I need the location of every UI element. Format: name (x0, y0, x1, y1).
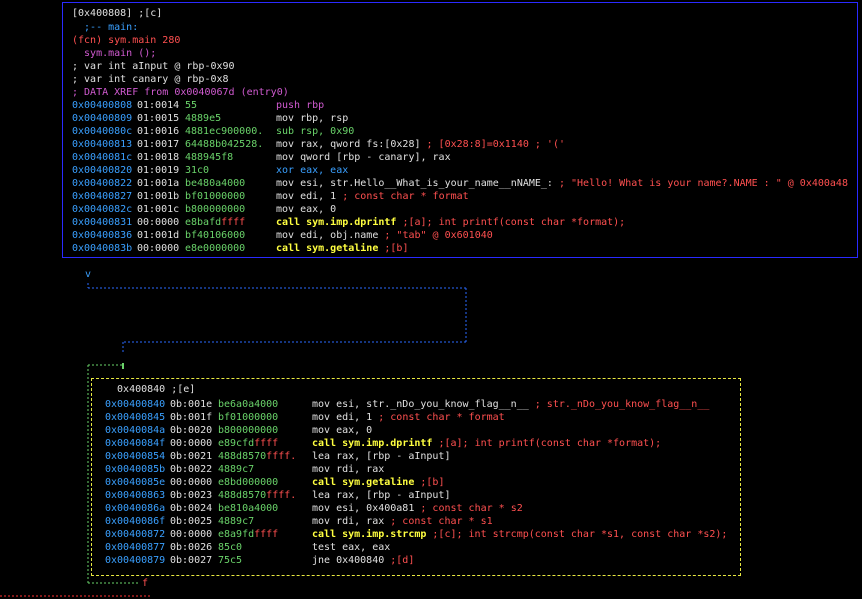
instr-mnemonic: lea rax, [rbp - aInput] (312, 490, 451, 501)
instr-mnemonic: mov esi, str._nDo_you_know_flag__n__ (312, 399, 529, 410)
instr-mnemonic: call sym.imp.dprintf (312, 438, 433, 449)
instr-offset: 0b:0022 (170, 464, 213, 475)
instr-bytes: 488d8570ffff. (218, 489, 296, 502)
instr-comment: ;[a]; int printf(const char *format); (432, 438, 662, 449)
instr-mnemonic: mov rdi, rax (312, 464, 385, 475)
instr-bytes: e8bd000000 (218, 476, 278, 489)
instr-mnemonic: mov rdi, rax (312, 516, 385, 527)
instr-address[interactable]: 0x0040085e (105, 476, 165, 489)
instr-mnemonic: mov eax, 0 (312, 425, 373, 436)
instr-bytes-hex: e89cfd (218, 438, 255, 449)
instr-address[interactable]: 0x00400854 (105, 450, 165, 463)
instr-bytes: b800000000 (218, 424, 278, 437)
instr-comment: ; const char * s2 (414, 503, 523, 514)
instr-bytes: e8a9fdffff (218, 528, 278, 541)
instr-disasm[interactable]: mov esi, 0x400a81 ; const char * s2 (312, 502, 523, 515)
instr-mnemonic: call sym.getaline (312, 477, 415, 488)
instr-bytes-hex: be810a4000 (218, 503, 279, 514)
instr-disasm[interactable]: call sym.imp.dprintf ;[a]; int printf(co… (312, 437, 661, 450)
instr-comment: ; str._nDo_you_know_flag__n__ (528, 399, 710, 410)
instr-address[interactable]: 0x00400840 (105, 398, 165, 411)
instr-bytes-ff: ffff. (266, 490, 297, 501)
node2-header: 0x400840 ;[e] (105, 384, 196, 395)
instr-disasm[interactable]: call sym.getaline ;[b] (312, 476, 444, 489)
instr-comment: ; const char * s1 (384, 516, 493, 527)
instr-address[interactable]: 0x0040084a (105, 424, 165, 437)
instr-disasm[interactable]: jne 0x400840 ;[d] (312, 554, 414, 567)
instr-bytes: 488d8570ffff. (218, 450, 296, 463)
instr-address[interactable]: 0x0040085b (105, 463, 165, 476)
instr-address[interactable]: 0x0040086a (105, 502, 165, 515)
instr-bytes-hex: 488d8570 (218, 451, 267, 462)
instr-bytes: 4889c7 (218, 515, 254, 528)
instr-disasm[interactable]: test eax, eax (312, 541, 390, 554)
instr-bytes-hex: b800000000 (218, 425, 279, 436)
instr-bytes-ff: ffff (254, 529, 279, 540)
instr-address[interactable]: 0x0040084f (105, 437, 165, 450)
instr-comment: ; const char * format (372, 412, 505, 423)
instr-comment: ;[b] (414, 477, 445, 488)
instr-bytes: 85c0 (218, 541, 242, 554)
instr-comment: ;[c]; int strcmp(const char *s1, const c… (426, 529, 728, 540)
instr-mnemonic: test eax, eax (312, 542, 391, 553)
instr-bytes: bf01000000 (218, 411, 278, 424)
instr-offset: 00:0000 (170, 529, 213, 540)
instr-disasm[interactable]: lea rax, [rbp - aInput] (312, 489, 450, 502)
instr-bytes: 4889c7 (218, 463, 254, 476)
instr-bytes-ff: ffff. (266, 451, 297, 462)
instr-disasm[interactable]: mov edi, 1 ; const char * format (312, 411, 505, 424)
instr-disasm[interactable]: lea rax, [rbp - aInput] (312, 450, 450, 463)
instr-bytes-hex: 488d8570 (218, 490, 267, 501)
instr-address[interactable]: 0x00400877 (105, 541, 165, 554)
instr-offset: 0b:0021 (170, 451, 213, 462)
instr-offset: 0b:0024 (170, 503, 213, 514)
instr-disasm[interactable]: mov esi, str._nDo_you_know_flag__n__ ; s… (312, 398, 709, 411)
instr-bytes-hex: 85c0 (218, 542, 243, 553)
instr-address[interactable]: 0x00400872 (105, 528, 165, 541)
instr-offset: 0b:001e (170, 399, 213, 410)
instr-offset: 0b:0026 (170, 542, 213, 553)
edge-arrow-f: f (142, 578, 149, 589)
instr-bytes-hex: 75c5 (218, 555, 243, 566)
instr-bytes-hex: e8bd000000 (218, 477, 279, 488)
instr-bytes-ff: ffff (254, 438, 279, 449)
instr-bytes-hex: be6a0a4000 (218, 399, 279, 410)
instr-disasm[interactable]: mov rdi, rax (312, 463, 384, 476)
instr-bytes: e89cfdffff (218, 437, 278, 450)
instr-mnemonic: mov esi, 0x400a81 (312, 503, 415, 514)
instr-disasm[interactable]: mov rdi, rax ; const char * s1 (312, 515, 493, 528)
instr-offset: 0b:0025 (170, 516, 213, 527)
instr-mnemonic: lea rax, [rbp - aInput] (312, 451, 451, 462)
instr-offset: 00:0000 (170, 477, 213, 488)
instr-bytes: be810a4000 (218, 502, 278, 515)
instr-bytes-hex: bf01000000 (218, 412, 279, 423)
instr-offset: 0b:0023 (170, 490, 213, 501)
instr-mnemonic: jne 0x400840 (312, 555, 385, 566)
instr-disasm[interactable]: mov eax, 0 (312, 424, 372, 437)
instr-bytes: be6a0a4000 (218, 398, 278, 411)
instr-offset: 0b:0020 (170, 425, 213, 436)
instr-address[interactable]: 0x00400863 (105, 489, 165, 502)
instr-address[interactable]: 0x00400845 (105, 411, 165, 424)
instr-bytes-hex: 4889c7 (218, 516, 255, 527)
instr-address[interactable]: 0x0040086f (105, 515, 165, 528)
instr-comment: ;[d] (384, 555, 415, 566)
instr-offset: 0b:001f (170, 412, 213, 423)
instr-offset: 0b:0027 (170, 555, 213, 566)
instr-disasm[interactable]: call sym.imp.strcmp ;[c]; int strcmp(con… (312, 528, 727, 541)
instr-bytes-hex: 4889c7 (218, 464, 255, 475)
instr-mnemonic: mov edi, 1 (312, 412, 373, 423)
instr-bytes-hex: e8a9fd (218, 529, 255, 540)
instr-address[interactable]: 0x00400879 (105, 554, 165, 567)
instr-mnemonic: call sym.imp.strcmp (312, 529, 427, 540)
instr-offset: 00:0000 (170, 438, 213, 449)
instr-bytes: 75c5 (218, 554, 242, 567)
